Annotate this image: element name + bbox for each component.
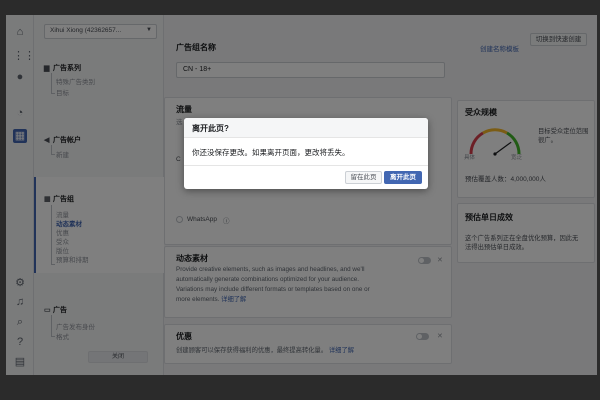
modal-overlay[interactable] xyxy=(6,15,597,375)
leave-page-button[interactable]: 离开此页 xyxy=(384,171,422,184)
leave-page-dialog: 离开此页? 你还没保存更改。如果离开页面，更改将丢失。 留在此页 离开此页 xyxy=(184,118,428,189)
dialog-message: 你还没保存更改。如果离开页面，更改将丢失。 xyxy=(192,148,350,157)
ads-manager-window: ⌂ ⋮⋮ ● ◔ ▦ ⚙ ♫ ⌕ ? ▤ Xihui Xiong (423626… xyxy=(6,15,597,375)
stay-on-page-button[interactable]: 留在此页 xyxy=(345,171,382,184)
dialog-divider xyxy=(184,165,428,166)
dialog-title: 离开此页? xyxy=(184,118,428,138)
